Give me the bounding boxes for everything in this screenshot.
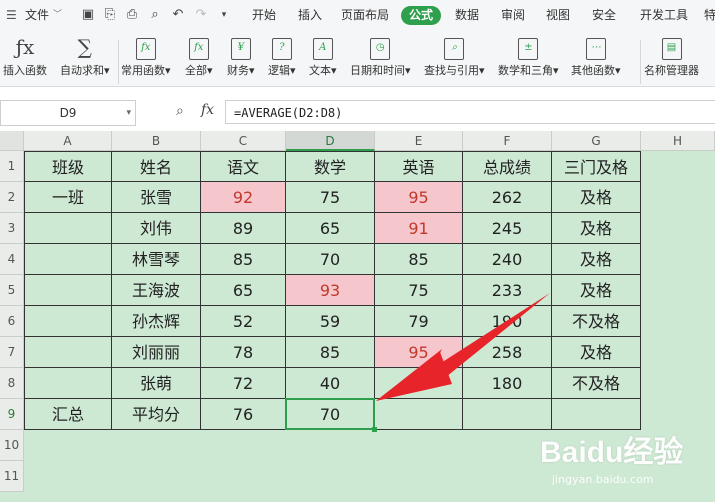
watermark-logo: Baidu经验 [540,436,684,469]
baidu-watermark: Baidu经验 jingyan.baidu.com [540,427,710,497]
arrow-shaft [430,293,550,381]
arrow-head-lower [376,352,452,401]
watermark-url: jingyan.baidu.com [552,473,654,486]
